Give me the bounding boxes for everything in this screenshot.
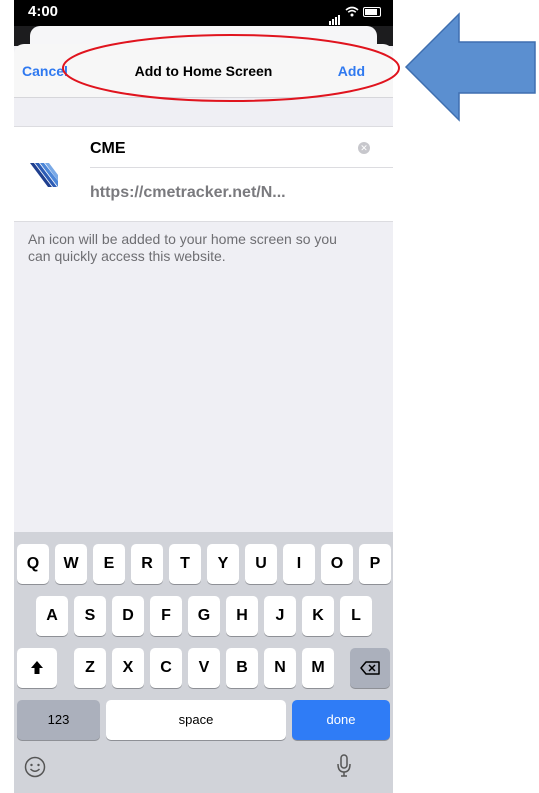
key-h[interactable]: H <box>226 596 258 636</box>
backspace-icon <box>360 661 380 675</box>
shortcut-name-input[interactable] <box>90 137 360 161</box>
pointer-arrow-icon <box>404 12 536 122</box>
numbers-key[interactable]: 123 <box>17 700 100 740</box>
key-f[interactable]: F <box>150 596 182 636</box>
signal-icon <box>329 7 341 25</box>
field-divider <box>90 167 393 168</box>
key-e[interactable]: E <box>93 544 125 584</box>
space-key[interactable]: space <box>106 700 286 740</box>
done-key[interactable]: done <box>292 700 390 740</box>
key-j[interactable]: J <box>264 596 296 636</box>
keyboard: Q W E R T Y U I O P A S D F G H J K L Z … <box>14 532 393 793</box>
key-u[interactable]: U <box>245 544 277 584</box>
emoji-icon[interactable] <box>24 756 46 778</box>
key-a[interactable]: A <box>36 596 68 636</box>
battery-icon <box>363 6 381 17</box>
microphone-icon[interactable] <box>336 754 352 778</box>
key-g[interactable]: G <box>188 596 220 636</box>
status-time: 4:00 <box>28 3 59 20</box>
key-b[interactable]: B <box>226 648 258 688</box>
key-o[interactable]: O <box>321 544 353 584</box>
shortcut-form: ✕ https://cmetracker.net/N... <box>14 126 393 222</box>
key-d[interactable]: D <box>112 596 144 636</box>
nav-bar: Cancel Add to Home Screen Add <box>14 44 393 98</box>
backspace-key[interactable] <box>350 648 390 688</box>
key-r[interactable]: R <box>131 544 163 584</box>
key-s[interactable]: S <box>74 596 106 636</box>
status-icons <box>329 6 381 25</box>
key-m[interactable]: M <box>302 648 334 688</box>
wifi-icon <box>345 6 359 17</box>
site-logo-icon <box>30 163 58 187</box>
key-l[interactable]: L <box>340 596 372 636</box>
add-button[interactable]: Add <box>338 63 365 79</box>
key-k[interactable]: K <box>302 596 334 636</box>
key-x[interactable]: X <box>112 648 144 688</box>
key-n[interactable]: N <box>264 648 296 688</box>
key-w[interactable]: W <box>55 544 87 584</box>
key-p[interactable]: P <box>359 544 391 584</box>
help-text: An icon will be added to your home scree… <box>28 231 337 264</box>
key-c[interactable]: C <box>150 648 182 688</box>
key-q[interactable]: Q <box>17 544 49 584</box>
shift-icon <box>31 660 43 674</box>
clear-text-icon[interactable]: ✕ <box>358 142 370 154</box>
key-v[interactable]: V <box>188 648 220 688</box>
key-t[interactable]: T <box>169 544 201 584</box>
status-bar: 4:00 <box>14 0 393 28</box>
key-i[interactable]: I <box>283 544 315 584</box>
page-title: Add to Home Screen <box>134 63 273 79</box>
site-url: https://cmetracker.net/N... <box>90 184 286 201</box>
phone-screen: 4:00 Cancel Add to Home Screen Add ✕ <box>14 0 393 793</box>
key-y[interactable]: Y <box>207 544 239 584</box>
key-z[interactable]: Z <box>74 648 106 688</box>
shift-key[interactable] <box>17 648 57 688</box>
